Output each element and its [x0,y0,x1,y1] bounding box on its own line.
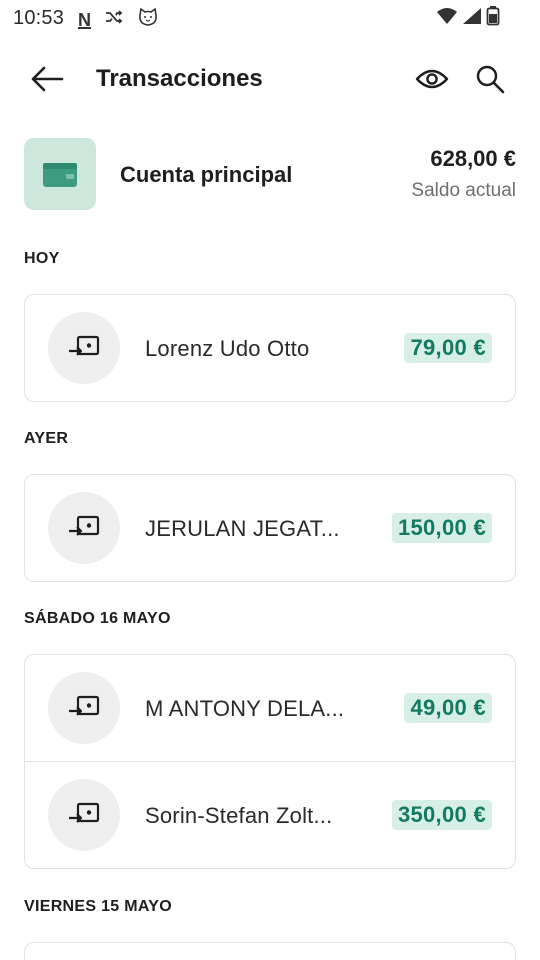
transaction-card: JERULAN JEGAT... 150,00 € [24,474,516,582]
cell-signal-icon [462,7,482,30]
transaction-icon-circle [48,672,120,744]
account-balance: 628,00 € [430,146,516,171]
search-icon [476,65,505,94]
system-icons [436,6,500,31]
status-bar: 10:53 N [0,0,540,38]
transaction-row[interactable]: M ANTONY DELA... 49,00 € [25,655,515,761]
transfer-in-icon [69,695,100,716]
transaction-row[interactable]: Lorenz Udo Otto 79,00 € [25,295,515,401]
transaction-card: Lorenz Udo Otto 79,00 € [24,294,516,402]
transaction-row[interactable]: Sorin-Stefan Zolt... 350,00 € [25,761,515,867]
section-label-saturday: SÁBADO 16 MAYO [24,610,171,627]
account-name: Cuenta principal [120,162,293,187]
transaction-name: M ANTONY DELA... [145,696,345,721]
wallet-icon [43,163,77,187]
transaction-icon-circle [48,312,120,384]
transaction-icon-circle [48,779,120,851]
shuffle-icon [105,9,123,30]
app-header: Transacciones [0,48,540,110]
n-news-icon: N [78,9,91,30]
wallet-tile [24,138,96,210]
transaction-amount: 49,00 € [404,693,492,723]
transaction-row[interactable]: JERULAN JEGAT... 150,00 € [25,475,515,581]
wifi-icon [436,7,458,30]
transaction-amount: 350,00 € [391,800,492,830]
status-time: 10:53 [13,7,65,29]
transaction-card[interactable] [24,942,516,960]
transaction-name: Sorin-Stefan Zolt... [145,803,333,828]
transaction-icon-circle [48,492,120,564]
section-label-friday: VIERNES 15 MAYO [24,898,172,915]
account-summary[interactable]: Cuenta principal 628,00 € Saldo actual [24,138,516,210]
transaction-name: JERULAN JEGAT... [145,516,340,541]
section-label-yesterday: AYER [24,430,69,447]
toggle-visibility-button[interactable] [413,62,451,96]
transfer-in-icon [69,335,100,356]
notification-icons: N [78,7,159,32]
section-label-today: HOY [24,250,60,267]
battery-icon [486,6,500,31]
transaction-amount: 150,00 € [391,513,492,543]
transaction-amount: 79,00 € [404,333,492,363]
transaction-card: M ANTONY DELA... 49,00 € Sorin-Stefan Zo… [24,654,516,869]
eye-icon [415,69,449,89]
cat-face-icon [137,7,159,32]
transfer-in-icon [69,515,100,536]
arrow-left-icon [31,66,64,92]
back-button[interactable] [28,62,66,96]
transfer-in-icon [69,802,100,823]
transaction-name: Lorenz Udo Otto [145,336,310,361]
search-button[interactable] [472,61,508,97]
balance-label: Saldo actual [411,180,516,201]
page-title: Transacciones [96,65,263,92]
